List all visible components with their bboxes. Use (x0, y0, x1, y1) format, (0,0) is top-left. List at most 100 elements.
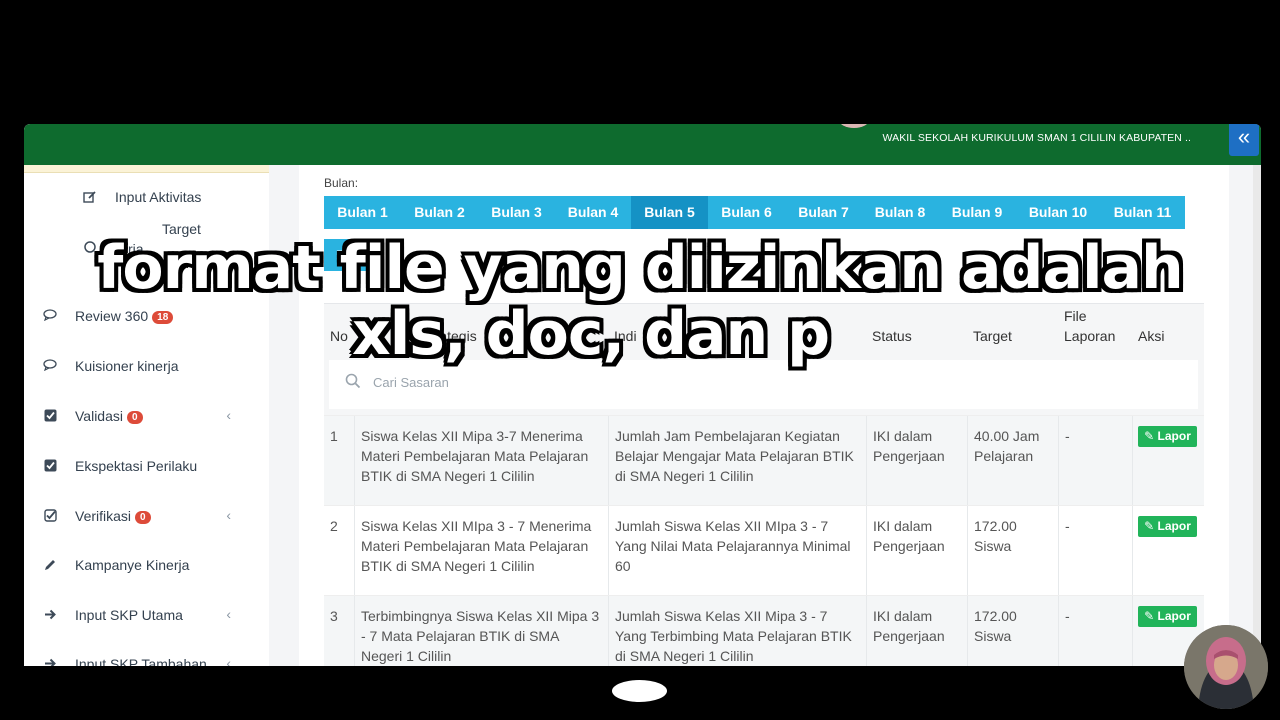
tab-bulan-9[interactable]: Bulan 9 (938, 196, 1016, 229)
tab-bulan-4[interactable]: Bulan 4 (555, 196, 631, 229)
cell-target: 172.00 Siswa (967, 596, 1059, 666)
sidebar-item-input-aktivitas[interactable]: Input Aktivitas (24, 179, 269, 219)
tab-bulan-10[interactable]: Bulan 10 (1016, 196, 1100, 229)
tab-bulan-6[interactable]: Bulan 6 (708, 196, 785, 229)
tab-bulan-1[interactable]: Bulan 1 (324, 196, 401, 229)
column-header-no: No (330, 328, 348, 344)
tab-bulan-3[interactable]: Bulan 3 (478, 196, 555, 229)
review-count-badge: 18 (152, 311, 174, 324)
arrow-right-icon (42, 608, 58, 624)
cell-sasaran: Terbimbingnya Siswa Kelas XII Mipa 3 - 7… (354, 596, 609, 666)
edit-icon: ✎ (1144, 519, 1155, 533)
app-window: WAKIL SEKOLAH KURIKULUM SMAN 1 CILILIN K… (24, 124, 1261, 666)
comment-icon (42, 309, 58, 325)
presenter-avatar (1184, 625, 1268, 709)
sidebar-item-kuisioner-kinerja[interactable]: Kuisioner kinerja (24, 348, 269, 388)
search-row (324, 357, 1204, 415)
sidebar-item-label: Target Kinerja (100, 221, 201, 257)
sidebar-item-review-360[interactable]: Review 360 18 (24, 298, 269, 338)
sidebar-item-input-skp-utama[interactable]: Input SKP Utama ‹ (24, 597, 269, 637)
lapor-button[interactable]: ✎ Lapor (1138, 516, 1197, 537)
check-square-outline-icon (42, 509, 58, 525)
lapor-button-label: Lapor (1157, 519, 1191, 533)
sidebar-item-label: Input Aktivitas (115, 189, 202, 205)
sidebar-item-target-kinerja[interactable]: Target Kinerja (24, 221, 269, 269)
sidebar-item-label: Review 360 18 (75, 308, 174, 324)
cell-target: 172.00 Siswa (967, 506, 1059, 596)
lapor-button[interactable]: ✎ Lapor (1138, 606, 1197, 627)
table-row: 2 Siswa Kelas XII MIpa 3 - 7 Menerima Ma… (324, 505, 1204, 596)
sidebar-item-validasi[interactable]: Validasi 0 ‹ (24, 398, 269, 438)
sidebar-item-text: Verifikasi (75, 508, 132, 524)
pencil-icon (42, 558, 58, 574)
column-header-status: Status (872, 328, 912, 344)
table-body: 1 Siswa Kelas XII Mipa 3-7 Menerima Mate… (324, 415, 1204, 666)
cell-status: IKI dalam Pengerjaan (866, 416, 968, 506)
month-selector-label: Bulan: (324, 176, 359, 190)
month-tabs: Bulan 1 Bulan 2 Bulan 3 Bulan 4 Bulan 5 … (324, 196, 1185, 229)
tab-bulan-7[interactable]: Bulan 7 (785, 196, 862, 229)
sidebar: Input Aktivitas Target Kinerja Review 36… (24, 165, 269, 666)
cell-indikator: Jumlah Siswa Kelas XII MIpa 3 - 7 Yang N… (608, 506, 867, 596)
tab-bulan-8[interactable]: Bulan 8 (862, 196, 938, 229)
search-input[interactable] (373, 375, 773, 390)
arrow-right-icon (42, 657, 58, 666)
sidebar-item-label: Verifikasi 0 (75, 508, 151, 524)
validasi-count-badge: 0 (127, 411, 143, 424)
cell-file-laporan: - (1058, 416, 1133, 506)
column-header-aksi: Aksi (1138, 328, 1165, 344)
lapor-button[interactable]: ✎ Lapor (1138, 426, 1197, 447)
column-header-indikator: Indi (614, 328, 637, 344)
cell-no: 2 (330, 518, 338, 534)
double-chevron-left-icon[interactable]: « (1229, 124, 1259, 156)
main-content: Bulan: Bulan 1 Bulan 2 Bulan 3 Bulan 4 B… (299, 165, 1229, 666)
sidebar-item-label: Input SKP Tambahan (75, 656, 207, 666)
chevron-left-icon: ‹ (226, 507, 231, 523)
table-row: 3 Terbimbingnya Siswa Kelas XII Mipa 3 -… (324, 595, 1204, 666)
sidebar-item-ekspektasi-perilaku[interactable]: Ekspektasi Perilaku (24, 448, 269, 488)
home-indicator (612, 680, 667, 702)
circle-icon (82, 240, 98, 256)
sidebar-item-input-skp-tambahan[interactable]: Input SKP Tambahan ‹ (24, 646, 269, 666)
cell-sasaran: Siswa Kelas XII MIpa 3 - 7 Menerima Mate… (354, 506, 609, 596)
edit-icon: ✎ (1144, 609, 1155, 623)
search-box (329, 360, 1198, 409)
sidebar-item-verifikasi[interactable]: Verifikasi 0 ‹ (24, 498, 269, 538)
tab-bulan-5[interactable]: Bulan 5 (631, 196, 708, 229)
cell-indikator: Jumlah Jam Pembelajaran Kegiatan Belajar… (608, 416, 867, 506)
tab-bulan-12[interactable]: Bu (324, 239, 384, 271)
sidebar-item-label: Input SKP Utama (75, 607, 183, 623)
cell-file-laporan: - (1058, 596, 1133, 666)
comment-icon (42, 359, 58, 375)
user-name-label[interactable]: WAKIL SEKOLAH KURIKULUM SMAN 1 CILILIN K… (882, 132, 1191, 144)
column-header-file-laporan: File Laporan (1064, 308, 1116, 344)
chevron-left-icon: ‹ (226, 655, 231, 666)
sidebar-item-label: Validasi 0 (75, 408, 143, 424)
sidebar-item-kampanye-kinerja[interactable]: Kampanye Kinerja (24, 547, 269, 587)
check-square-icon (42, 409, 58, 425)
user-avatar[interactable] (839, 124, 869, 128)
verifikasi-count-badge: 0 (135, 511, 151, 524)
sidebar-item-text: Validasi (75, 408, 123, 424)
table-row: 1 Siswa Kelas XII Mipa 3-7 Menerima Mate… (324, 415, 1204, 506)
page-scrollbar[interactable] (1253, 165, 1261, 666)
tab-bulan-2[interactable]: Bulan 2 (401, 196, 478, 229)
tab-bulan-11[interactable]: Bulan 11 (1100, 196, 1185, 229)
cell-status: IKI dalam Pengerjaan (866, 506, 968, 596)
sidebar-active-indicator (24, 165, 269, 173)
table-header: No Kategis Indi Status Target File Lapor… (324, 303, 1204, 357)
edit-icon (82, 190, 98, 206)
sidebar-item-text: Review 360 (75, 308, 149, 324)
sidebar-item-label: Kuisioner kinerja (75, 358, 179, 374)
chevron-left-icon: ‹ (226, 407, 231, 423)
search-icon (345, 373, 361, 389)
cell-sasaran: Siswa Kelas XII Mipa 3-7 Menerima Materi… (354, 416, 609, 506)
cell-status: IKI dalam Pengerjaan (866, 596, 968, 666)
edit-icon: ✎ (1144, 429, 1155, 443)
sasaran-table: No Kategis Indi Status Target File Lapor… (324, 303, 1204, 666)
column-header-target: Target (973, 328, 1012, 344)
lapor-button-label: Lapor (1157, 429, 1191, 443)
lapor-button-label: Lapor (1157, 609, 1191, 623)
cell-file-laporan: - (1058, 506, 1133, 596)
cell-aksi: ✎ Lapor (1132, 506, 1204, 596)
